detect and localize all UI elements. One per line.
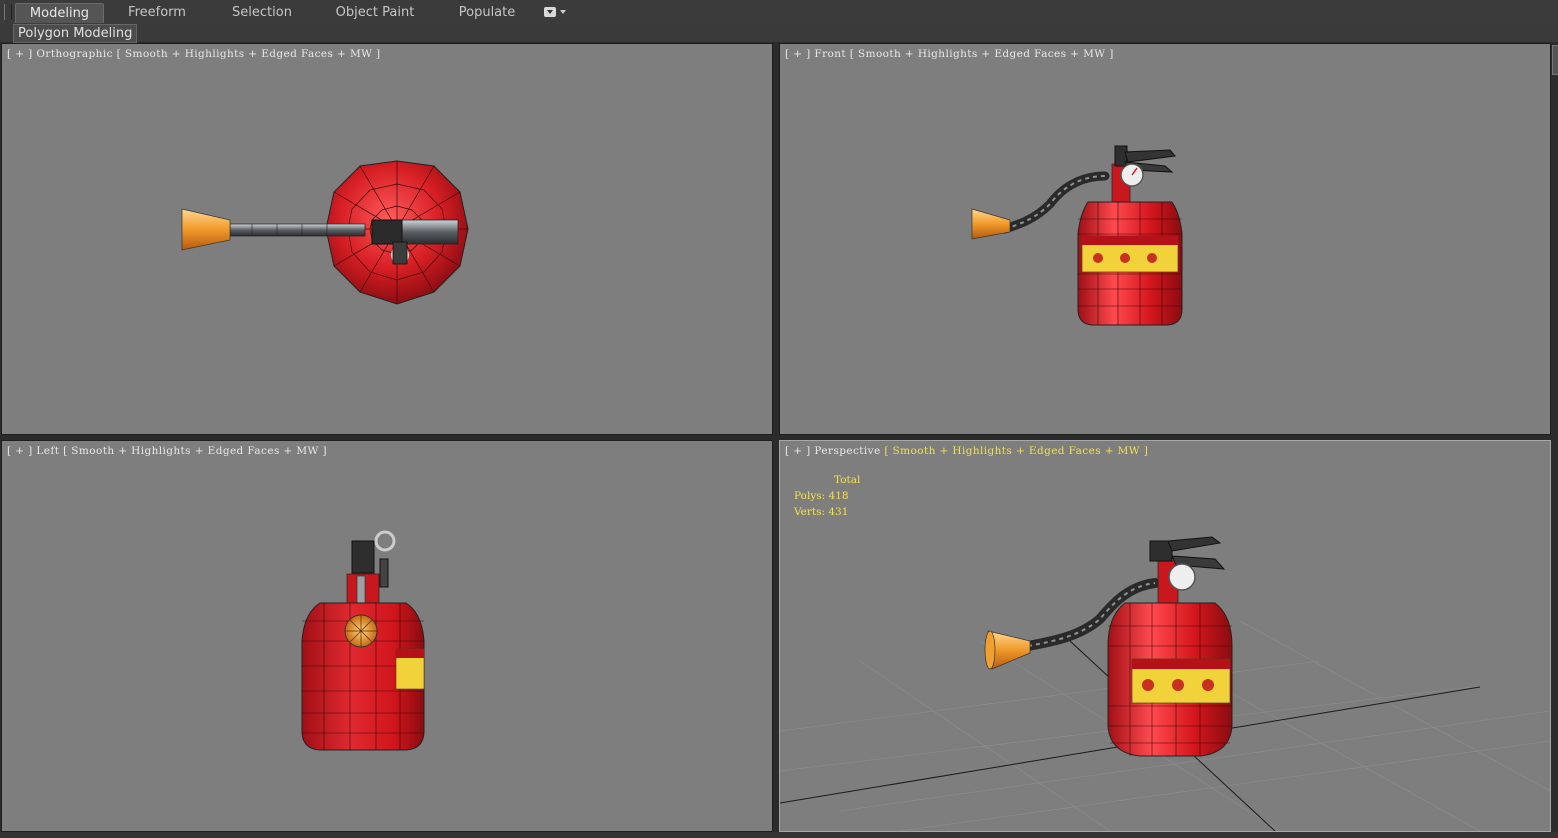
fire-extinguisher-front-view [971, 145, 1183, 326]
bottom-status-strip [0, 832, 1558, 838]
tab-freeform[interactable]: Freeform [118, 3, 196, 22]
dropdown-menu-icon [544, 7, 556, 17]
fire-extinguisher-left-view [301, 530, 425, 751]
viewport-front[interactable]: [ + ] Front [ Smooth + Highlights + Edge… [779, 43, 1551, 435]
ribbon-options-dropdown[interactable] [544, 7, 566, 19]
viewport-orthographic[interactable]: [ + ] Orthographic [ Smooth + Highlights… [1, 43, 773, 435]
ribbon-bar: Modeling Freeform Selection Object Paint… [0, 0, 1558, 25]
tab-populate[interactable]: Populate [452, 3, 522, 22]
viewport-left[interactable]: [ + ] Left [ Smooth + Highlights + Edged… [1, 440, 773, 832]
tab-selection[interactable]: Selection [222, 3, 302, 22]
ribbon-grip-handle[interactable] [4, 4, 12, 20]
command-panel-edge[interactable] [1552, 43, 1558, 833]
fire-extinguisher-top-view [181, 160, 469, 305]
scroll-handle[interactable] [1552, 45, 1558, 75]
viewport-perspective[interactable]: [ + ] Perspective [ Smooth + Highlights … [779, 440, 1551, 832]
tab-object-paint[interactable]: Object Paint [330, 3, 420, 22]
tab-modeling[interactable]: Modeling [15, 3, 104, 23]
ribbon-panel-bar: Polygon Modeling [0, 24, 1558, 43]
chevron-down-icon [560, 10, 566, 17]
polygon-modeling-panel-button[interactable]: Polygon Modeling [13, 24, 138, 43]
fire-extinguisher-perspective-view [780, 536, 1550, 831]
